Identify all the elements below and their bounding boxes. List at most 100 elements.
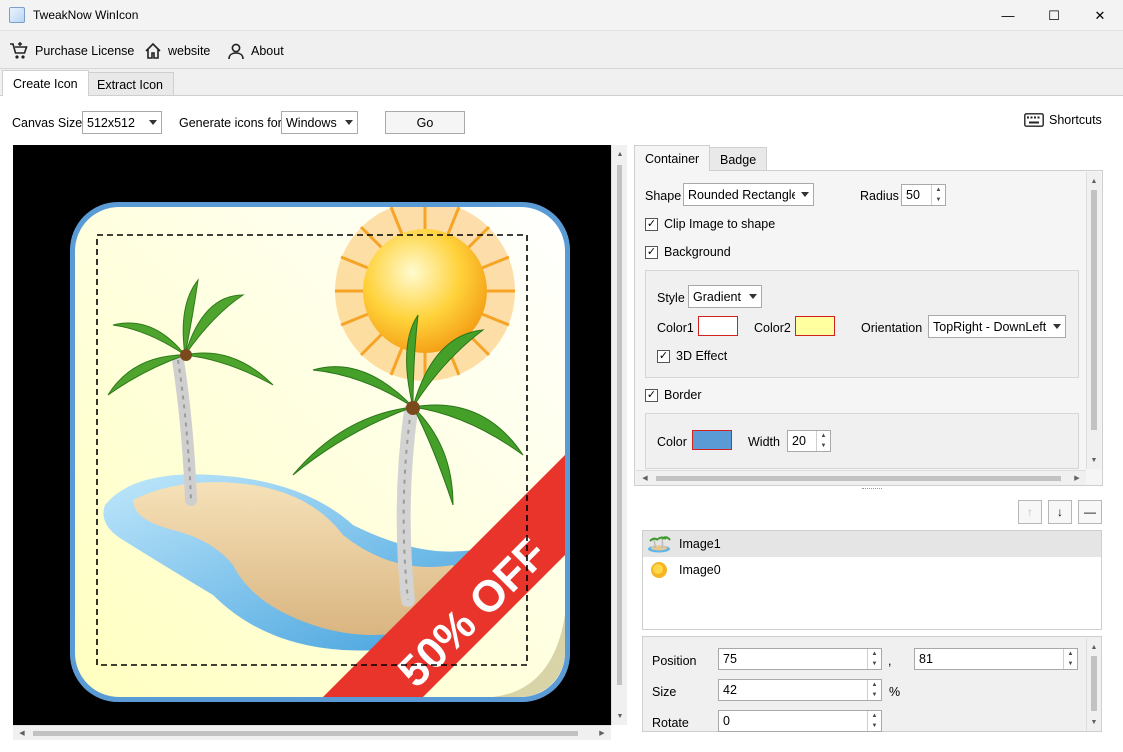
keyboard-icon [1024,113,1044,127]
scroll-thumb[interactable] [617,165,622,685]
scroll-right-icon[interactable]: ▶ [1070,471,1084,485]
website-button[interactable]: website [144,40,210,62]
border-label: Border [664,388,702,402]
icon-canvas[interactable]: 50% OFF [13,145,611,725]
move-down-button[interactable]: ↓ [1048,500,1072,524]
clip-image-checkbox[interactable]: ✓ Clip Image to shape [645,217,775,231]
radius-spinner[interactable]: 50 ▲ ▼ [901,184,946,206]
position-y-spinner[interactable]: 81 ▲ ▼ [914,648,1078,670]
close-button[interactable]: ✕ [1077,0,1123,31]
scroll-thumb[interactable] [1091,656,1097,711]
spin-up-icon[interactable]: ▲ [868,711,881,721]
sun-icon [651,562,667,578]
properties-vertical-scrollbar[interactable]: ▲ ▼ [1086,638,1101,731]
spin-down-icon[interactable]: ▼ [868,659,881,669]
home-icon [145,42,161,59]
spin-down-icon[interactable]: ▼ [868,690,881,700]
spin-up-icon[interactable]: ▲ [932,185,945,195]
purchase-license-button[interactable]: Purchase License [9,40,134,62]
move-up-button[interactable]: ↑ [1018,500,1042,524]
width-value: 20 [792,434,806,448]
canvas-horizontal-scrollbar[interactable]: ◀ ▶ [13,725,611,740]
style-value: Gradient [693,289,741,304]
size-spinner[interactable]: 42 ▲ ▼ [718,679,882,701]
about-button[interactable]: About [227,40,284,62]
color1-swatch[interactable] [698,316,738,336]
style-select[interactable]: Gradient [688,285,762,308]
window-title: TweakNow WinIcon [33,8,139,22]
border-checkbox[interactable]: ✓ Border [645,388,702,402]
canvas-vertical-scrollbar[interactable]: ▲ ▼ [611,145,627,725]
size-label: Size [652,685,677,699]
tab-container[interactable]: Container [634,145,711,171]
scroll-left-icon[interactable]: ◀ [15,726,29,740]
shortcuts-button[interactable]: Shortcuts [1024,113,1102,127]
settings-horizontal-scrollbar[interactable]: ◀ ▶ [636,470,1086,485]
width-spinner[interactable]: 20 ▲ ▼ [787,430,831,452]
chevron-down-icon [1053,324,1061,329]
settings-vertical-scrollbar[interactable]: ▲ ▼ [1086,172,1101,469]
maximize-button[interactable]: ☐ [1031,0,1077,31]
spin-up-icon[interactable]: ▲ [817,431,830,441]
border-color-swatch[interactable] [692,430,732,450]
background-checkbox[interactable]: ✓ Background [645,245,731,259]
position-x-spinner[interactable]: 75 ▲ ▼ [718,648,882,670]
scroll-up-icon[interactable]: ▲ [1087,640,1101,654]
palm-island-icon [648,536,671,553]
scroll-thumb[interactable] [33,731,578,736]
radius-label: Radius [860,189,899,203]
chevron-down-icon [749,294,757,299]
scroll-thumb[interactable] [656,476,1061,481]
position-separator: , [888,654,892,668]
scroll-right-icon[interactable]: ▶ [595,726,609,740]
spin-down-icon[interactable]: ▼ [868,721,881,731]
color2-swatch[interactable] [795,316,835,336]
background-options-group: Style Gradient Color1 Color2 Orientation… [645,270,1079,378]
scroll-down-icon[interactable]: ▼ [1087,453,1101,467]
spin-up-icon[interactable]: ▲ [1064,649,1077,659]
scroll-thumb[interactable] [1091,190,1097,430]
canvas-size-label: Canvas Size: [12,116,86,130]
shortcuts-label: Shortcuts [1049,113,1102,127]
minimize-button[interactable]: — [985,0,1031,31]
generate-icons-label: Generate icons for [179,116,282,130]
about-label: About [251,44,284,58]
go-button[interactable]: Go [385,111,465,134]
orientation-select[interactable]: TopRight - DownLeft [928,315,1066,338]
list-item[interactable]: Image0 [643,557,1101,583]
spin-up-icon[interactable]: ▲ [868,649,881,659]
shape-select[interactable]: Rounded Rectangle [683,183,814,206]
scroll-down-icon[interactable]: ▼ [1087,715,1101,729]
toolbar-divider [0,68,1123,69]
scroll-left-icon[interactable]: ◀ [638,471,652,485]
spin-down-icon[interactable]: ▼ [817,441,830,451]
scroll-up-icon[interactable]: ▲ [613,147,627,161]
list-item[interactable]: Image1 [643,531,1101,557]
spin-down-icon[interactable]: ▼ [932,195,945,205]
orientation-label: Orientation [861,321,923,335]
canvas-size-value: 512x512 [87,115,135,130]
spin-up-icon[interactable]: ▲ [868,680,881,690]
spin-down-icon[interactable]: ▼ [1064,659,1077,669]
scroll-up-icon[interactable]: ▲ [1087,174,1101,188]
rotate-spinner[interactable]: 0 ▲ ▼ [718,710,882,732]
chevron-down-icon [149,120,157,125]
rotate-label: Rotate [652,716,689,730]
3d-effect-checkbox[interactable]: ✓ 3D Effect [657,349,727,363]
remove-layer-button[interactable]: — [1078,500,1102,524]
color1-label: Color1 [657,321,694,335]
platform-select[interactable]: Windows [281,111,358,134]
tab-create-icon[interactable]: Create Icon [2,70,89,96]
arrow-down-icon: ↓ [1057,505,1063,519]
title-bar: TweakNow WinIcon — ☐ ✕ [0,0,1123,31]
position-x-value: 75 [723,652,737,666]
tab-badge[interactable]: Badge [709,147,768,171]
size-unit: % [889,685,901,699]
layer-list: Image1 Image0 [642,530,1102,630]
purchase-license-label: Purchase License [35,44,135,58]
splitter-handle[interactable] [862,488,882,491]
scroll-down-icon[interactable]: ▼ [613,709,627,723]
canvas-size-select[interactable]: 512x512 [82,111,162,134]
tab-extract-icon[interactable]: Extract Icon [86,72,174,96]
border-color-label: Color [657,435,687,449]
